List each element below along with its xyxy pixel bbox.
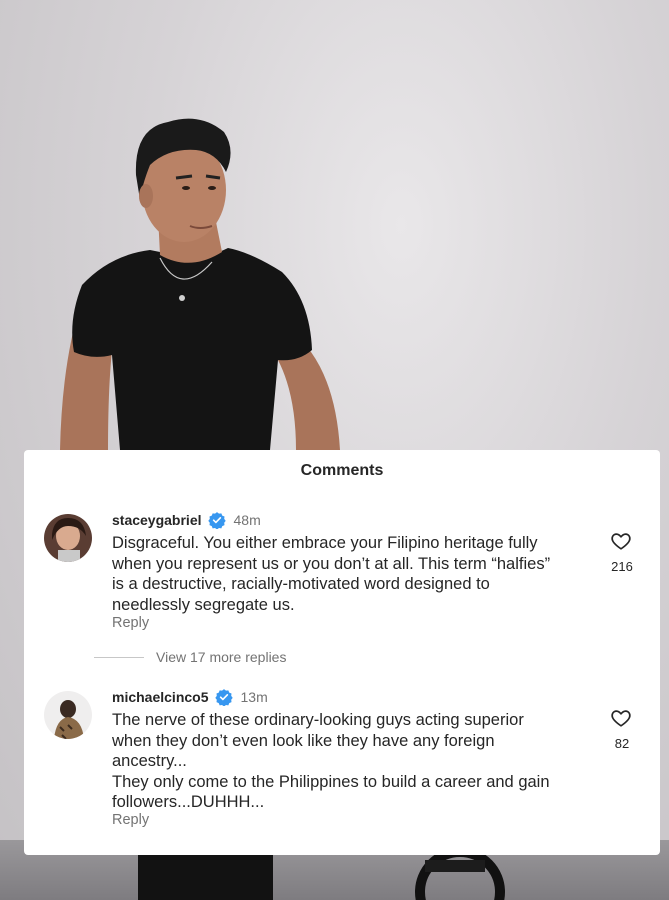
reply-button[interactable]: Reply — [112, 812, 149, 828]
comment-line: needlessly segregate us. — [112, 595, 295, 614]
heart-outline-icon[interactable] — [610, 707, 632, 729]
comment-line: when you represent us or you don’t at al… — [112, 554, 551, 573]
like-count: 216 — [611, 559, 633, 574]
comment-time: 48m — [233, 512, 261, 528]
view-more-label[interactable]: View 17 more replies — [156, 649, 286, 665]
verified-badge-icon — [214, 689, 233, 706]
comment-text: Disgraceful. You either embrace your Fil… — [112, 533, 582, 615]
username-row: staceygabriel 48m — [112, 510, 261, 530]
comment-line: The nerve of these ordinary-looking guys… — [112, 711, 524, 729]
view-more-replies[interactable]: View 17 more replies — [94, 648, 286, 666]
username[interactable]: michaelcinco5 — [112, 689, 209, 705]
comment-line: Disgraceful. You either embrace your Fil… — [112, 534, 538, 552]
username[interactable]: staceygabriel — [112, 512, 202, 528]
comment-line: They only come to the Philippines to bui… — [112, 772, 550, 791]
username-row: michaelcinco5 13m — [112, 687, 268, 707]
comment-line: ancestry... — [112, 752, 187, 770]
comment-text: The nerve of these ordinary-looking guys… — [112, 710, 582, 813]
avatar[interactable] — [44, 691, 92, 739]
divider-line — [94, 656, 144, 658]
pants — [138, 852, 273, 900]
comment-line: is a destructive, racially-motivated wor… — [112, 575, 490, 593]
bike-wheel — [415, 850, 505, 900]
avatar[interactable] — [44, 514, 92, 562]
verified-badge-icon — [207, 512, 226, 529]
sheet-title: Comments — [300, 462, 384, 479]
comment-line: when they don’t even look like they have… — [112, 731, 495, 750]
comment-time: 13m — [240, 689, 268, 705]
reply-button[interactable]: Reply — [112, 615, 149, 631]
like-count: 82 — [614, 736, 630, 751]
comments-sheet: Comments staceygabriel 48m Disgraceful. … — [24, 450, 660, 855]
comment-line: followers...DUHHH... — [112, 793, 265, 811]
heart-outline-icon[interactable] — [610, 530, 632, 552]
